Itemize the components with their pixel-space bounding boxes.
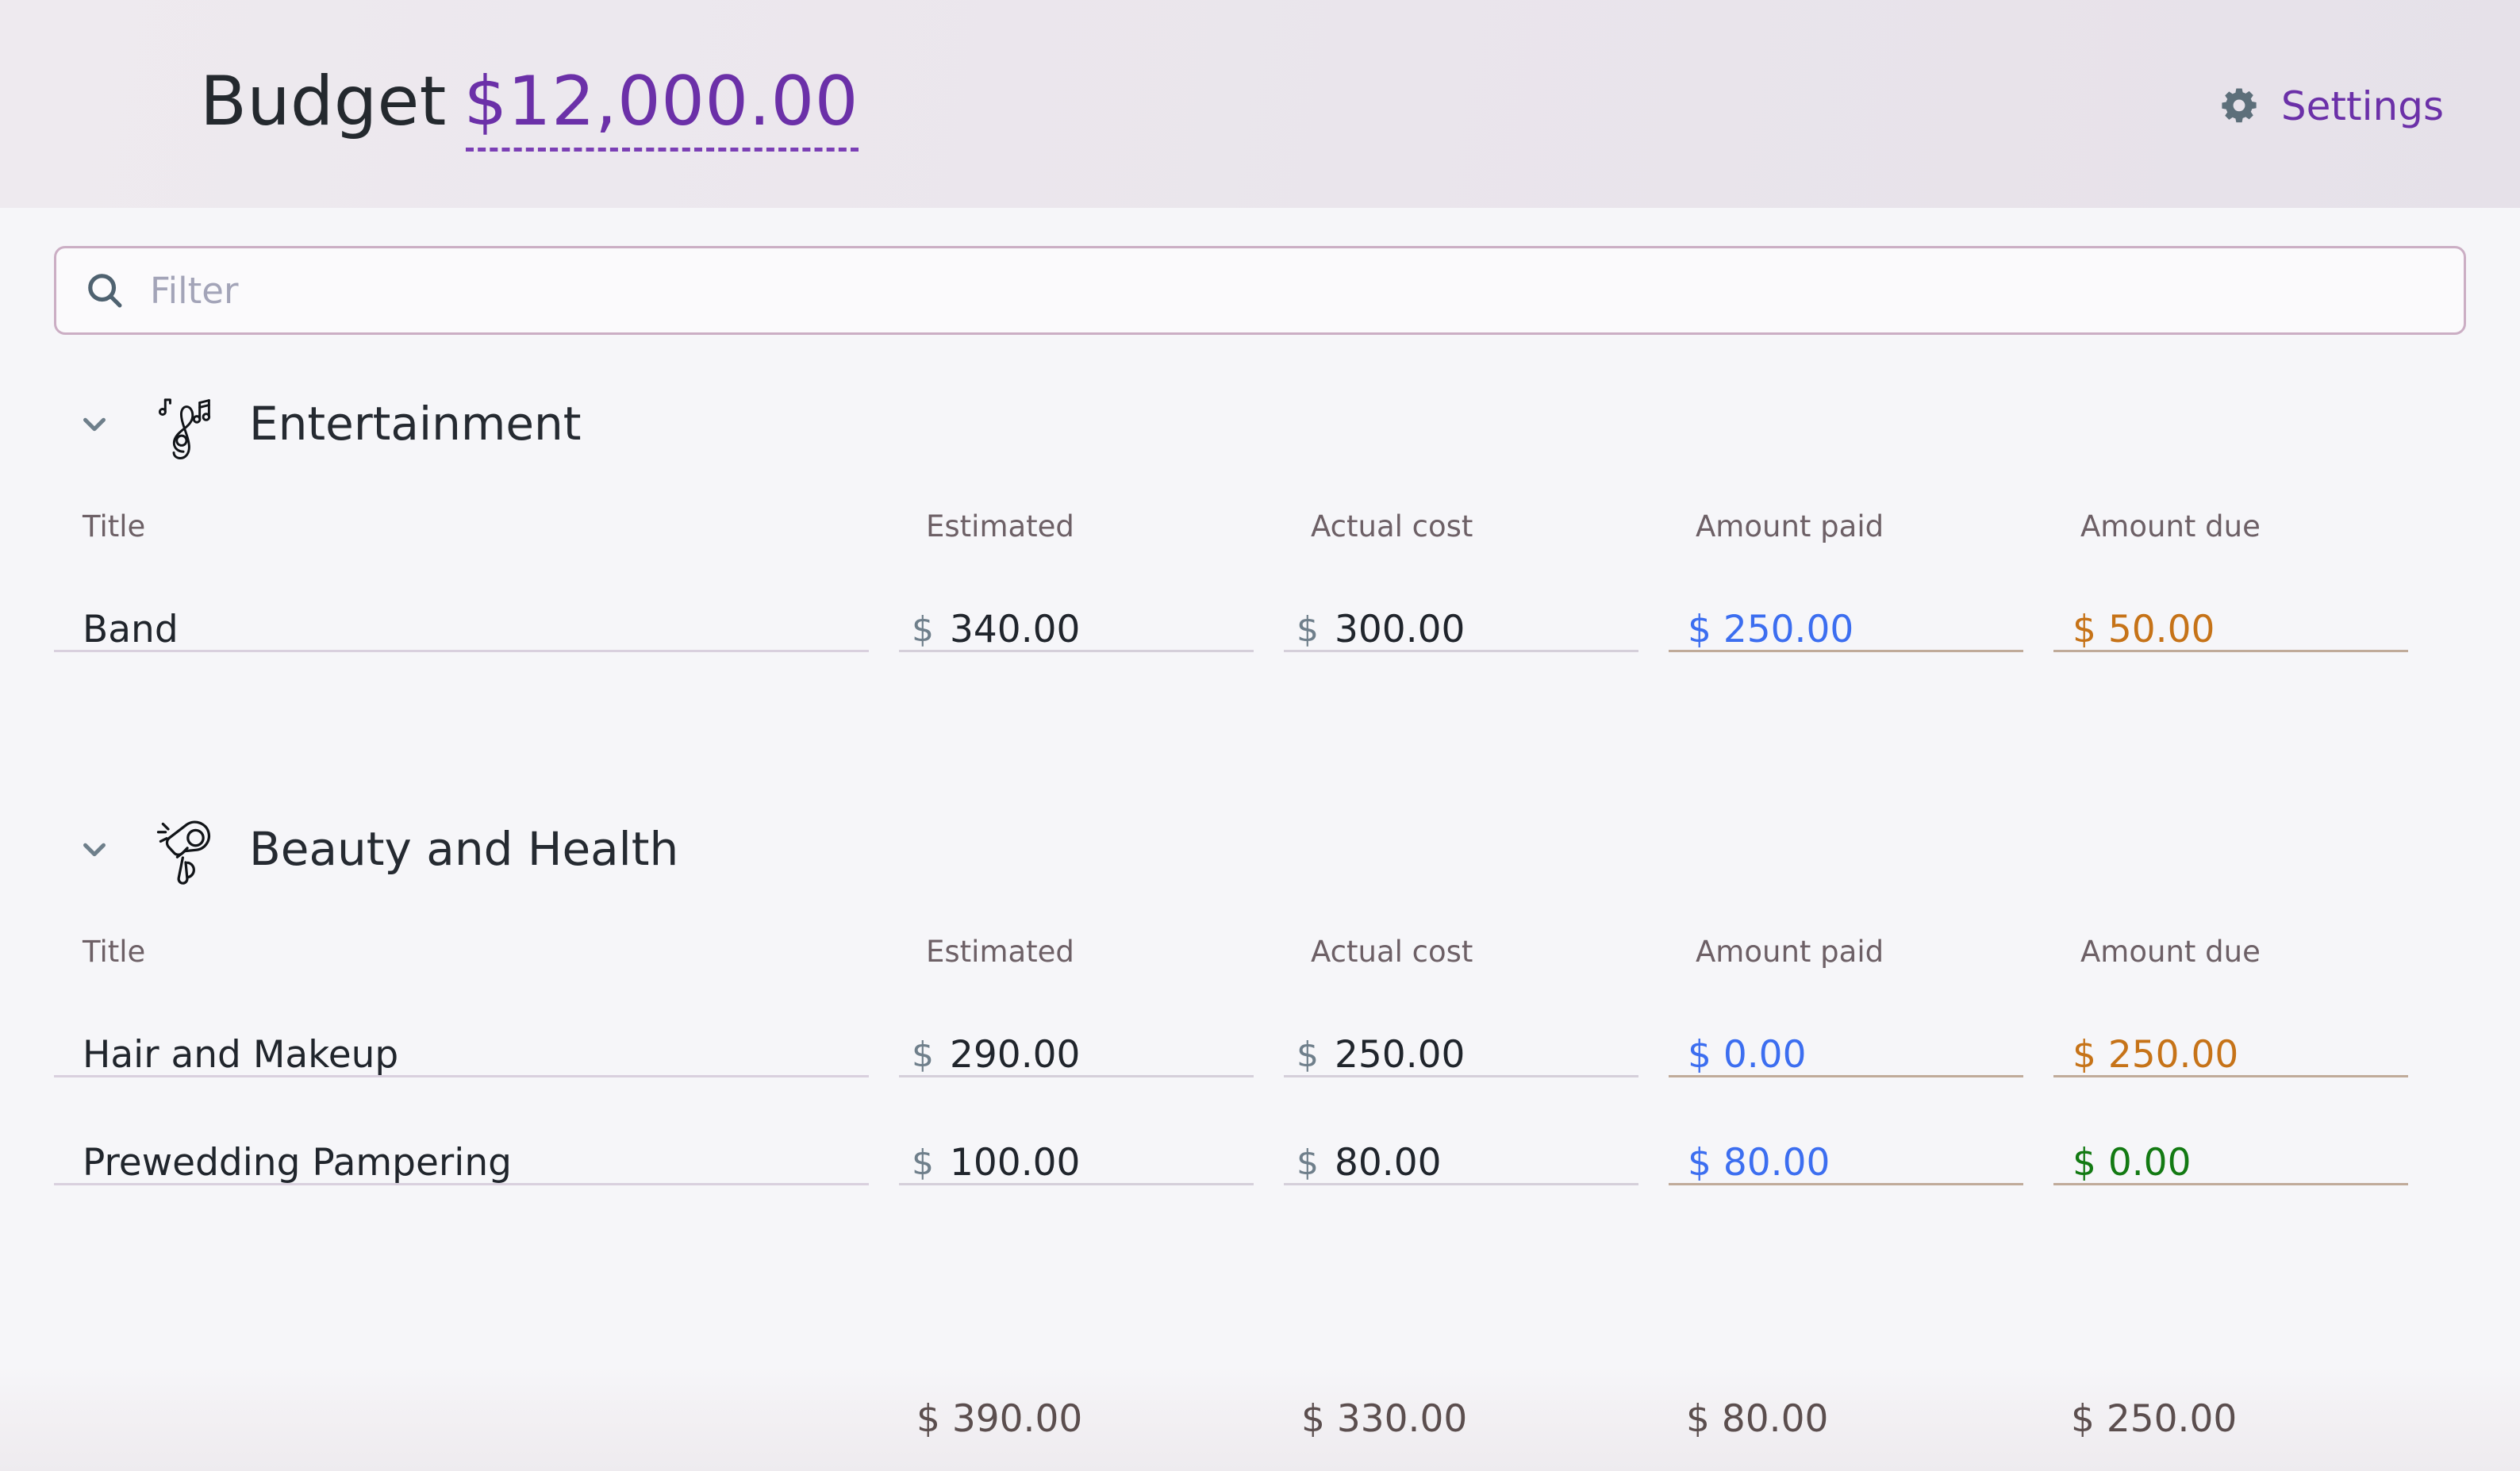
page-title-label: Budget: [200, 62, 447, 141]
total-amount-due: $ 250.00: [2071, 1396, 2238, 1441]
item-amount-paid-field[interactable]: $ 0.00: [1669, 1036, 2023, 1077]
item-estimated-field[interactable]: $ 100.00: [899, 1144, 1254, 1185]
column-header-title: Title: [83, 935, 146, 969]
item-title-value: Prewedding Pampering: [83, 1141, 512, 1185]
table-row: Prewedding Pampering $ 100.00 $ 80.00 $ …: [54, 1090, 2466, 1185]
column-header-amount-due: Amount due: [2080, 935, 2261, 969]
chevron-down-icon[interactable]: [76, 831, 113, 867]
column-header-estimated: Estimated: [926, 509, 1074, 543]
search-icon: [83, 269, 126, 312]
total-amount-paid: $ 80.00: [1686, 1396, 1829, 1441]
item-amount-due-value: $ 50.00: [2072, 608, 2215, 651]
item-amount-paid-value: $ 80.00: [1688, 1141, 1830, 1185]
item-amount-due-field[interactable]: $ 50.00: [2053, 611, 2408, 652]
item-actual-cost-value: 250.00: [1335, 1033, 1466, 1077]
item-amount-paid-field[interactable]: $ 250.00: [1669, 611, 2023, 652]
category-section: Beauty and Health Title Estimated Actual…: [54, 803, 2466, 1185]
column-header-amount-paid: Amount paid: [1696, 509, 1884, 543]
item-actual-cost-field[interactable]: $ 250.00: [1284, 1036, 1638, 1077]
item-actual-cost-value: 300.00: [1335, 608, 1466, 651]
budget-table-entertainment: Title Estimated Actual cost Amount paid …: [54, 487, 2466, 652]
category-name: Beauty and Health: [249, 822, 679, 876]
budget-amount-editable[interactable]: $12,000.00: [464, 67, 859, 152]
music-note-icon: [148, 386, 224, 462]
item-title-field[interactable]: Band: [54, 611, 869, 652]
item-title-value: Band: [83, 608, 179, 651]
totals-bar: $ 390.00 $ 330.00 $ 80.00 $ 250.00: [0, 1366, 2520, 1471]
column-header-amount-due: Amount due: [2080, 509, 2261, 543]
column-header-title: Title: [83, 509, 146, 543]
item-title-field[interactable]: Prewedding Pampering: [54, 1144, 869, 1185]
page-title: Budget $12,000.00: [200, 67, 859, 152]
item-actual-cost-value: 80.00: [1335, 1141, 1442, 1185]
category-header-entertainment[interactable]: Entertainment: [54, 378, 2466, 470]
item-amount-due-field[interactable]: $ 250.00: [2053, 1036, 2408, 1077]
settings-button[interactable]: Settings: [2218, 85, 2444, 128]
item-title-value: Hair and Makeup: [83, 1033, 399, 1077]
gear-icon: [2218, 85, 2261, 128]
column-header-estimated: Estimated: [926, 935, 1074, 969]
item-amount-paid-value: $ 250.00: [1688, 608, 1854, 651]
total-actual-cost: $ 330.00: [1301, 1396, 1468, 1441]
search-input[interactable]: [150, 269, 2437, 312]
item-actual-cost-field[interactable]: $ 300.00: [1284, 611, 1638, 652]
app-header: Budget $12,000.00 Settings: [0, 0, 2520, 208]
item-amount-paid-field[interactable]: $ 80.00: [1669, 1144, 2023, 1185]
currency-symbol: $: [1296, 1034, 1319, 1075]
currency-symbol: $: [912, 609, 934, 650]
currency-symbol: $: [1296, 609, 1319, 650]
filter-field[interactable]: [54, 246, 2466, 335]
category-name: Entertainment: [249, 397, 582, 451]
column-header-amount-paid: Amount paid: [1696, 935, 1884, 969]
column-header-actual-cost: Actual cost: [1311, 935, 1473, 969]
item-amount-due-field[interactable]: $ 0.00: [2053, 1144, 2408, 1185]
column-header-actual-cost: Actual cost: [1311, 509, 1473, 543]
category-header-beauty-and-health[interactable]: Beauty and Health: [54, 803, 2466, 895]
currency-symbol: $: [1296, 1142, 1319, 1183]
totals-spacer: [54, 1400, 899, 1438]
settings-label: Settings: [2280, 83, 2444, 129]
category-section: Entertainment Title Estimated Actual cos…: [54, 378, 2466, 652]
table-row: Band $ 340.00 $ 300.00 $ 250.00 $ 50.00: [54, 557, 2466, 652]
currency-symbol: $: [912, 1034, 934, 1075]
total-estimated: $ 390.00: [916, 1396, 1083, 1441]
main-content: Entertainment Title Estimated Actual cos…: [0, 208, 2520, 1471]
item-actual-cost-field[interactable]: $ 80.00: [1284, 1144, 1638, 1185]
table-row: Hair and Makeup $ 290.00 $ 250.00 $ 0.00…: [54, 982, 2466, 1077]
item-estimated-value: 290.00: [950, 1033, 1081, 1077]
table-header-row: Title Estimated Actual cost Amount paid …: [54, 912, 2466, 970]
chevron-down-icon[interactable]: [76, 405, 113, 442]
budget-table-beauty-and-health: Title Estimated Actual cost Amount paid …: [54, 912, 2466, 1185]
table-header-row: Title Estimated Actual cost Amount paid …: [54, 487, 2466, 544]
item-estimated-value: 340.00: [950, 608, 1081, 651]
hair-dryer-icon: [148, 811, 224, 887]
item-amount-due-value: $ 0.00: [2072, 1141, 2192, 1185]
item-estimated-field[interactable]: $ 290.00: [899, 1036, 1254, 1077]
item-estimated-value: 100.00: [950, 1141, 1081, 1185]
budget-amount-underline: [465, 148, 859, 152]
item-amount-paid-value: $ 0.00: [1688, 1033, 1807, 1077]
currency-symbol: $: [912, 1142, 934, 1183]
item-estimated-field[interactable]: $ 340.00: [899, 611, 1254, 652]
item-title-field[interactable]: Hair and Makeup: [54, 1036, 869, 1077]
item-amount-due-value: $ 250.00: [2072, 1033, 2239, 1077]
budget-amount-value: $12,000.00: [463, 62, 859, 141]
